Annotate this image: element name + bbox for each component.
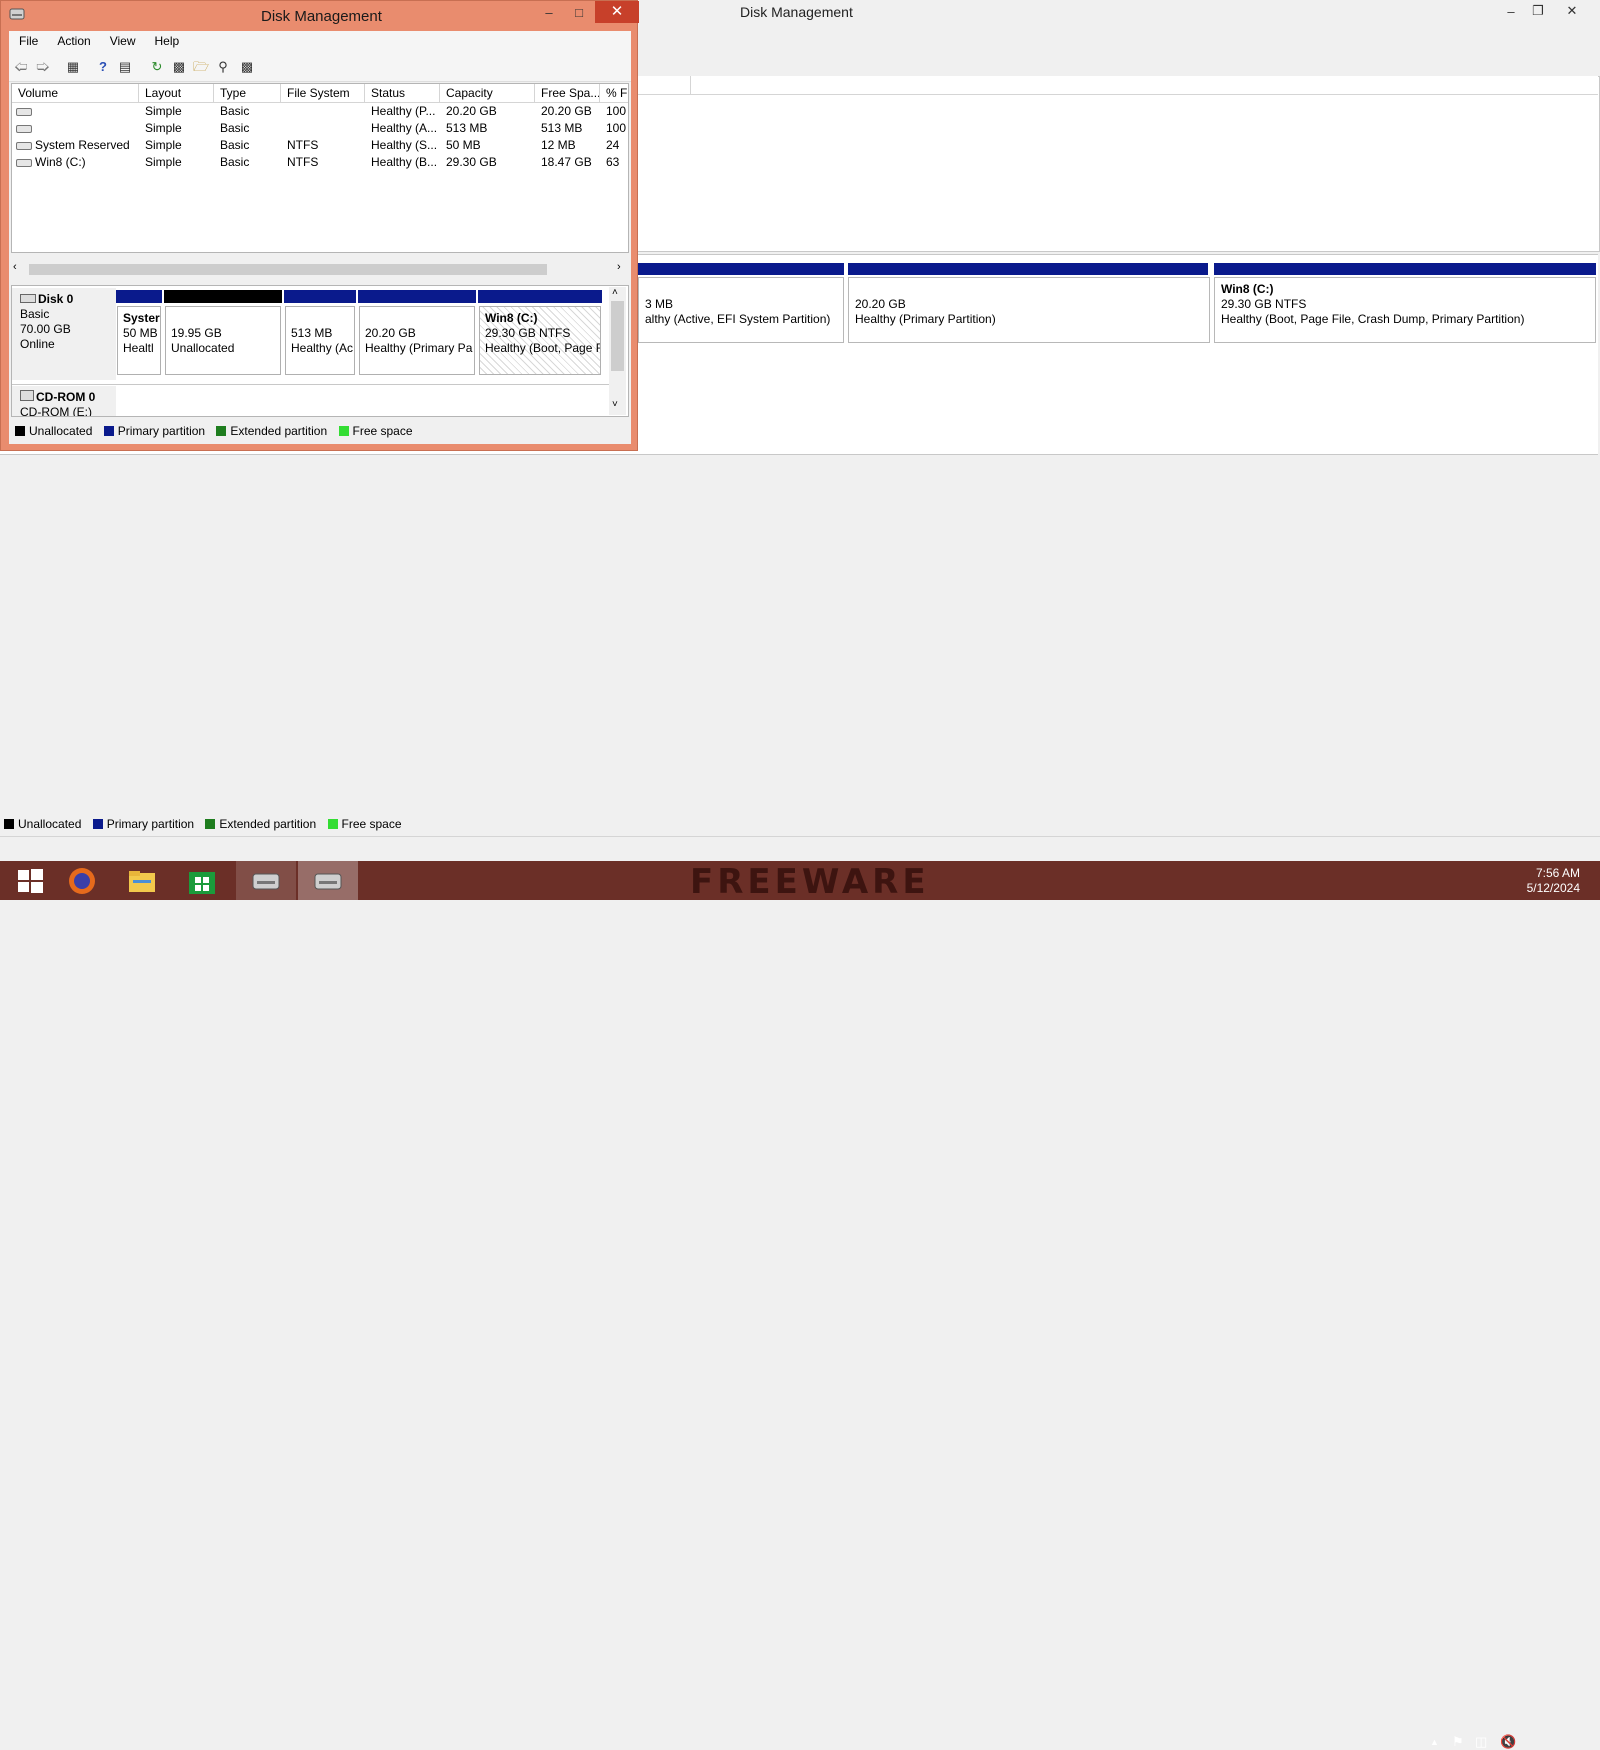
horizontal-scrollbar[interactable]: ‹ ›: [11, 261, 629, 278]
clock[interactable]: 7:56 AM 5/12/2024: [1527, 866, 1580, 896]
partition-20gb[interactable]: 20.20 GB Healthy (Primary Pa: [358, 290, 476, 376]
search-icon[interactable]: ⚲: [215, 59, 231, 75]
volume-list[interactable]: Volume Layout Type File System Status Ca…: [11, 83, 629, 253]
volume-icon: [16, 124, 32, 133]
table-row[interactable]: Simple Basic Healthy (P... 20.20 GB 20.2…: [12, 103, 628, 120]
store-icon[interactable]: [172, 861, 232, 900]
disk-management-icon: [9, 7, 25, 21]
scroll-left-icon[interactable]: ‹: [13, 261, 17, 273]
column-header-volume[interactable]: Volume: [12, 84, 139, 102]
back-arrow-icon[interactable]: 🢠: [13, 59, 29, 75]
window-client-area: File Action View Help 🢠 🢡 ▦ ? ▤ ↻ ▩ 🗁 ⚲ ▩ V…: [9, 31, 631, 444]
bg-partition-win8[interactable]: Win8 (C:) 29.30 GB NTFS Healthy (Boot, P…: [1214, 277, 1596, 343]
menu-view[interactable]: View: [100, 31, 145, 48]
bg-partition-primary[interactable]: 20.20 GB Healthy (Primary Partition): [848, 277, 1210, 343]
hard-disk-icon: [20, 294, 36, 303]
column-header-status[interactable]: Status: [365, 84, 440, 102]
properties-pane-icon[interactable]: ▤: [117, 59, 133, 75]
scroll-down-icon[interactable]: ˅: [612, 399, 618, 410]
open-folder-icon[interactable]: 🗁: [193, 59, 209, 75]
bg-legend: Unallocated Primary partition Extended p…: [4, 817, 410, 833]
disk-management-icon[interactable]: [298, 861, 358, 900]
column-header-capacity[interactable]: Capacity: [440, 84, 535, 102]
network-icon[interactable]: ◫: [1475, 1734, 1487, 1750]
show-hide-tree-icon[interactable]: ▦: [65, 59, 81, 75]
menu-action[interactable]: Action: [47, 31, 99, 48]
help-icon[interactable]: ?: [95, 59, 111, 75]
firefox-icon[interactable]: [52, 861, 112, 900]
partition-513mb[interactable]: 513 MB Healthy (Ac: [284, 290, 356, 376]
table-row[interactable]: Simple Basic Healthy (A... 513 MB 513 MB…: [12, 120, 628, 137]
volume-list-header: Volume Layout Type File System Status Ca…: [12, 84, 628, 103]
settings-list-icon[interactable]: ▩: [239, 59, 255, 75]
bg-status-bar: [0, 836, 1600, 861]
partition-unallocated[interactable]: 19.95 GB Unallocated: [164, 290, 282, 376]
table-row[interactable]: Win8 (C:) Simple Basic NTFS Healthy (B..…: [12, 154, 628, 171]
file-explorer-icon[interactable]: [112, 861, 172, 900]
scroll-up-icon[interactable]: ˄: [612, 287, 618, 298]
vertical-scrollbar[interactable]: ˄ ˅: [609, 287, 626, 415]
scroll-thumb[interactable]: [611, 301, 624, 371]
scroll-right-icon[interactable]: ›: [617, 261, 621, 273]
volume-icon: [16, 107, 32, 116]
column-header-layout[interactable]: Layout: [139, 84, 214, 102]
column-header-type[interactable]: Type: [214, 84, 281, 102]
refresh-icon[interactable]: ↻: [149, 59, 165, 75]
show-hidden-icons-icon[interactable]: ▲: [1430, 1737, 1439, 1747]
bg-restore-button[interactable]: ❐: [1524, 1, 1552, 21]
partition-system-reserved[interactable]: Syster 50 MB Healtl: [116, 290, 162, 376]
column-header-percent-free[interactable]: % F: [600, 84, 628, 102]
forward-arrow-icon[interactable]: 🢡: [35, 59, 51, 75]
action-center-flag-icon[interactable]: ⚑: [1452, 1734, 1464, 1750]
volume-icon: [16, 158, 32, 167]
bg-close-button[interactable]: ✕: [1558, 1, 1586, 21]
menu-help[interactable]: Help: [145, 31, 189, 48]
window-title: Disk Management: [261, 8, 382, 25]
menu-bar: File Action View Help: [9, 31, 631, 53]
watermark: FREEWARE: [690, 862, 930, 902]
bg-minimize-button[interactable]: –: [1497, 2, 1525, 22]
toolbar: 🢠 🢡 ▦ ? ▤ ↻ ▩ 🗁 ⚲ ▩: [9, 53, 631, 82]
partition-win8-c[interactable]: Win8 (C:) 29.30 GB NTFS Healthy (Boot, Pag…: [478, 290, 602, 376]
legend: Unallocated Primary partition Extended p…: [15, 424, 421, 439]
volume-icon: [16, 141, 32, 150]
volume-muted-icon[interactable]: 🔇: [1500, 1734, 1516, 1750]
scroll-thumb[interactable]: [29, 264, 547, 275]
bg-empty-area: [0, 454, 1598, 807]
close-button[interactable]: ✕: [595, 1, 639, 23]
table-row[interactable]: System Reserved Simple Basic NTFS Health…: [12, 137, 628, 154]
column-header-file-system[interactable]: File System: [281, 84, 365, 102]
disk-management-icon[interactable]: [236, 861, 296, 900]
menu-file[interactable]: File: [9, 31, 47, 48]
bg-partition-efi[interactable]: 3 MB althy (Active, EFI System Partition…: [638, 277, 844, 343]
disk0-label[interactable]: Disk 0 Basic 70.00 GB Online: [12, 288, 116, 380]
disk-management-window: Disk Management – □ ✕ File Action View Help…: [0, 0, 639, 451]
bg-window-title: Disk Management: [740, 4, 853, 20]
column-header-free-space[interactable]: Free Spa...: [535, 84, 600, 102]
rescan-disks-icon[interactable]: ▩: [171, 59, 187, 75]
disk-graphical-view: Disk 0 Basic 70.00 GB Online Syster 50 MB…: [11, 285, 629, 417]
maximize-button[interactable]: □: [565, 3, 593, 23]
start-icon[interactable]: [0, 861, 60, 900]
minimize-button[interactable]: –: [535, 3, 563, 23]
cdrom-icon: [20, 390, 34, 401]
cdrom0-label[interactable]: CD-ROM 0 CD-ROM (E:): [12, 386, 116, 416]
